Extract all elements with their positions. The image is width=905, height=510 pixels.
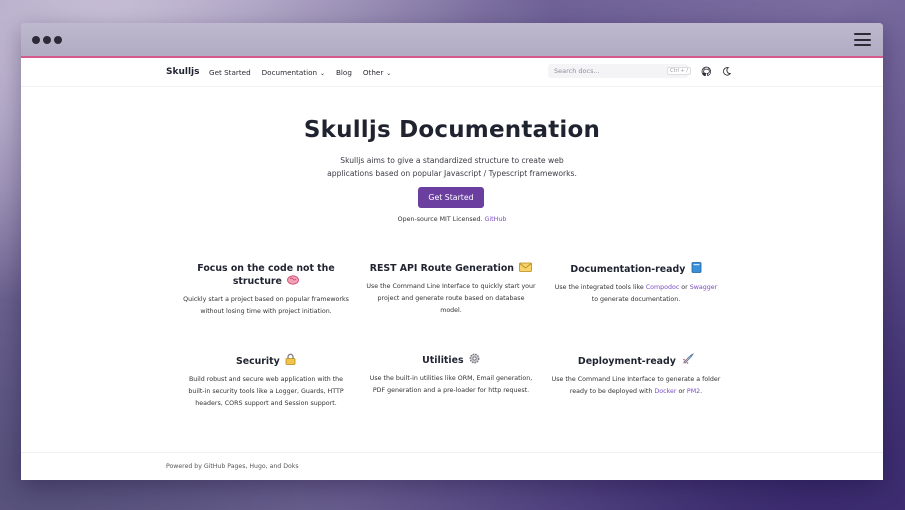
nav-link-other-label: Other	[362, 68, 384, 77]
compodoc-link[interactable]: Compodoc	[646, 284, 680, 291]
feature-utilities: Utilities Use the built-in utilities lik…	[366, 353, 536, 397]
feature-description: Build robust and secure web application …	[188, 376, 344, 407]
page-title: Skulljs Documentation	[303, 117, 601, 143]
feature-description: Use the Command Line Interface to genera…	[551, 374, 721, 398]
feature-description: Quickly start a project based on popular…	[183, 296, 349, 315]
feature-title-text: Utilities	[422, 355, 464, 366]
swagger-link[interactable]: Swagger	[690, 284, 717, 291]
window-controls	[32, 36, 62, 44]
feature-description: Use the Command Line Interface to quickl…	[366, 283, 536, 314]
feature-focus: Focus on the code not the structure Quic…	[181, 262, 351, 318]
top-navigation: Skulljs Get Started Documentation ⌄ Blog…	[21, 58, 883, 87]
feature-security: Security Build robust and secure web app…	[181, 353, 351, 410]
footer-text: Powered by GitHub Pages, Hugo, and Doks	[166, 463, 299, 470]
browser-window: Skulljs Get Started Documentation ⌄ Blog…	[21, 23, 883, 480]
window-dot[interactable]	[43, 36, 51, 44]
rocket-icon	[682, 353, 694, 365]
nav-link-get-started[interactable]: Get Started	[209, 68, 251, 77]
feature-text: Use the integrated tools like	[554, 284, 646, 291]
hero-lead-line: Skulljs aims to give a standardized stru…	[340, 156, 564, 165]
feature-title-text: Security	[235, 356, 280, 367]
feature-title: Documentation-ready	[551, 262, 721, 276]
feature-title-text: Documentation-ready	[570, 264, 686, 275]
nav-link-documentation-label: Documentation	[261, 68, 318, 77]
brain-icon	[287, 275, 300, 285]
page-footer: Powered by GitHub Pages, Hugo, and Doks	[21, 452, 883, 480]
envelope-icon	[519, 262, 533, 272]
feature-title: Security	[181, 353, 351, 368]
feature-title: Utilities	[366, 353, 536, 367]
feature-text: or	[679, 284, 690, 291]
nav-link-documentation[interactable]: Documentation ⌄	[262, 68, 325, 77]
window-titlebar	[21, 23, 883, 58]
moon-icon[interactable]	[721, 66, 732, 77]
feature-rest-api: REST API Route Generation Use the Comman…	[366, 262, 536, 317]
github-link[interactable]: GitHub	[485, 216, 507, 223]
search-shortcut-hint: Ctrl + /	[667, 67, 691, 75]
feature-title-text: Focus on the code not the structure	[197, 263, 335, 287]
chevron-down-icon: ⌄	[384, 70, 392, 77]
gear-icon	[469, 353, 480, 364]
nav-link-other[interactable]: Other ⌄	[363, 68, 391, 77]
feature-text: or	[676, 388, 687, 395]
feature-title: Deployment-ready	[551, 353, 721, 368]
license-note: Open-source MIT Licensed. GitHub	[21, 216, 883, 223]
nav-links: Get Started Documentation ⌄ Blog Other ⌄	[209, 68, 391, 77]
feature-documentation: Documentation-ready Use the integrated t…	[551, 262, 721, 306]
license-text: Open-source MIT Licensed.	[397, 216, 483, 223]
feature-description: Use the built-in utilities like ORM, Ema…	[369, 375, 533, 394]
feature-text: .	[700, 388, 703, 395]
docker-link[interactable]: Docker	[654, 388, 676, 395]
lock-icon	[285, 353, 296, 365]
feature-description: Use the integrated tools like Compodoc o…	[551, 282, 721, 306]
feature-deployment: Deployment-ready Use the Command Line In…	[551, 353, 721, 398]
feature-text: to generate documentation.	[591, 296, 681, 303]
window-dot[interactable]	[32, 36, 40, 44]
chevron-down-icon: ⌄	[318, 70, 325, 77]
github-icon[interactable]	[701, 66, 712, 77]
feature-title: REST API Route Generation	[366, 262, 536, 275]
nav-link-blog[interactable]: Blog	[336, 68, 352, 77]
pm2-link[interactable]: PM2	[687, 388, 700, 395]
feature-title: Focus on the code not the structure	[181, 262, 351, 288]
window-dot[interactable]	[54, 36, 62, 44]
hero-lead-line: applications based on popular Javascript…	[327, 169, 577, 178]
brand-logo[interactable]: Skulljs	[166, 67, 200, 77]
book-icon	[691, 262, 701, 273]
feature-title-text: REST API Route Generation	[369, 263, 514, 274]
hamburger-menu-icon[interactable]	[854, 33, 871, 46]
get-started-button[interactable]: Get Started	[418, 187, 484, 208]
feature-title-text: Deployment-ready	[577, 356, 676, 367]
hero-lead: Skulljs aims to give a standardized stru…	[21, 154, 883, 180]
